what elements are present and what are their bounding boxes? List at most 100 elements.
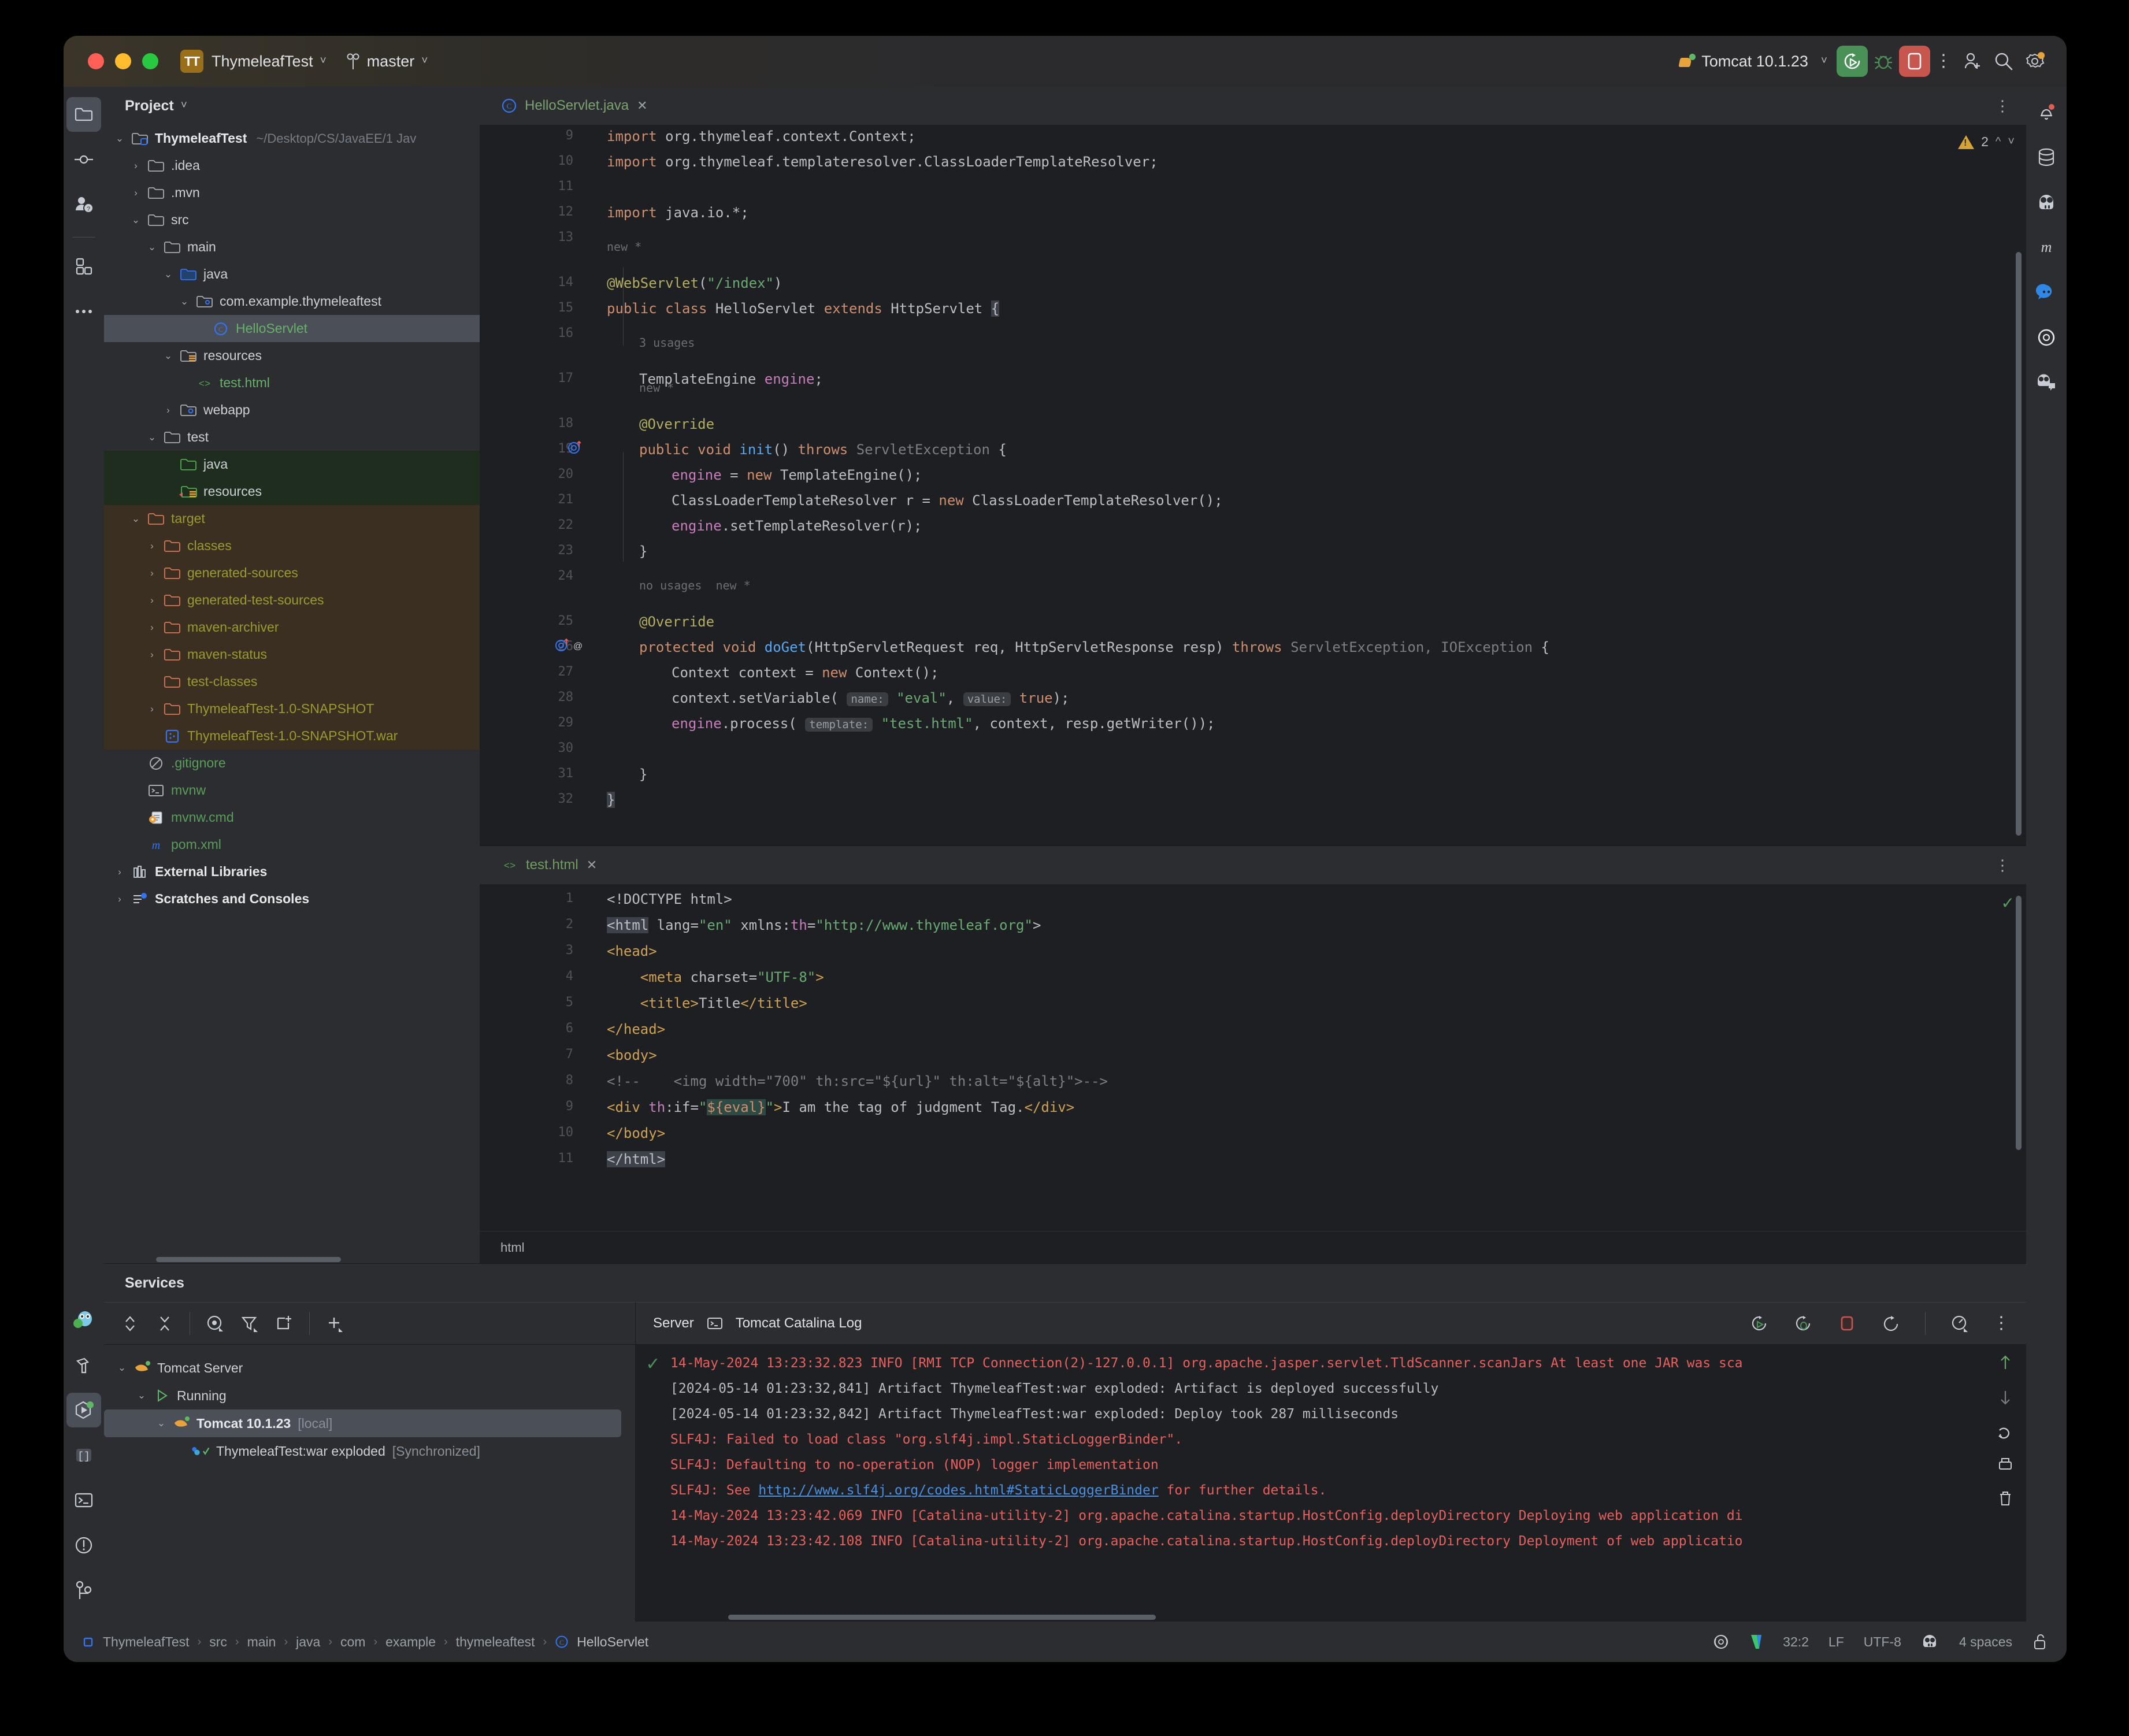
restart-button[interactable] — [1875, 1308, 1907, 1339]
services-tree-item-tomcat-server[interactable]: ⌄Tomcat Server — [104, 1354, 635, 1382]
debug-button[interactable] — [1868, 46, 1899, 77]
code-line[interactable]: </head> — [607, 1021, 665, 1037]
project-tree-item-generated-test-sources[interactable]: ›generated-test-sources — [104, 587, 480, 614]
project-tree-item-java[interactable]: ⌄java — [104, 261, 480, 288]
chevron-down-icon[interactable]: ⌄ — [175, 296, 194, 307]
html-editor-gutter[interactable]: 1234567891011 — [480, 884, 584, 1231]
project-tree-item-classes[interactable]: ›classes — [104, 532, 480, 559]
tool-window-version-control[interactable] — [66, 1573, 101, 1608]
rerun-server-button[interactable] — [1744, 1308, 1775, 1339]
rerun-debug-button[interactable] — [1787, 1308, 1819, 1339]
project-tree-item-maven-status[interactable]: ›maven-status — [104, 641, 480, 668]
project-tree-item-pom-xml[interactable]: mpom.xml — [104, 831, 480, 858]
html-editor-vscrollbar[interactable] — [2016, 896, 2022, 1150]
project-panel-header[interactable]: Project ˅ — [104, 87, 480, 125]
profiler-button[interactable] — [1944, 1308, 1975, 1339]
code-line[interactable]: </html> — [607, 1151, 665, 1167]
chevron-down-icon[interactable]: ⌄ — [151, 1418, 171, 1429]
breadcrumb-item[interactable]: src — [209, 1634, 227, 1650]
close-window-button[interactable] — [88, 53, 104, 69]
java-editor-inspections-strip[interactable]: 2 ^ ˅ — [1957, 125, 2026, 845]
project-tree-item-resources[interactable]: resources — [104, 478, 480, 505]
vim-status-icon[interactable] — [1749, 1633, 1763, 1650]
add-service-button[interactable] — [319, 1308, 350, 1339]
project-tree-item-resources[interactable]: ⌄resources — [104, 342, 480, 369]
soft-wrap-button[interactable] — [1997, 1423, 2013, 1440]
chevron-right-icon[interactable]: › — [126, 160, 146, 172]
console-output[interactable]: 14-May-2024 13:23:32.823 INFO [RMI TCP C… — [670, 1345, 1985, 1612]
minimize-window-button[interactable] — [115, 53, 131, 69]
console-line[interactable]: SLF4J: See http://www.slf4j.org/codes.ht… — [670, 1478, 1985, 1503]
code-line[interactable]: <html lang="en" xmlns:th="http://www.thy… — [607, 917, 1041, 933]
chevron-right-icon[interactable]: › — [142, 540, 162, 552]
java-editor-vscrollbar[interactable] — [2016, 252, 2022, 836]
breadcrumb-item[interactable]: example — [385, 1634, 436, 1650]
services-tree[interactable]: ⌄Tomcat Server⌄Running⌄Tomcat 10.1.23[lo… — [104, 1345, 635, 1622]
caret-position[interactable]: 32:2 — [1783, 1634, 1809, 1650]
console-more-options-button[interactable]: ⋮ — [1988, 1318, 2015, 1329]
clear-console-button[interactable] — [1998, 1490, 2013, 1507]
project-tree-item-target[interactable]: ⌄target — [104, 505, 480, 532]
indent-setting[interactable]: 4 spaces — [1959, 1634, 2012, 1650]
file-encoding[interactable]: UTF-8 — [1864, 1634, 1901, 1650]
console-line[interactable]: [2024-05-14 01:23:32,842] Artifact Thyme… — [670, 1401, 1985, 1427]
breadcrumb[interactable]: ThymeleafTest›src›main›java›com›example›… — [82, 1634, 648, 1650]
html-code-area[interactable]: <!DOCTYPE html> <html lang="en" xmlns:th=… — [584, 884, 1957, 1231]
chevron-right-icon[interactable]: › — [142, 595, 162, 606]
project-tree-item-test-html[interactable]: <>test.html — [104, 369, 480, 396]
chevron-right-icon[interactable]: › — [110, 893, 129, 905]
collapse-all-button[interactable] — [149, 1308, 180, 1339]
more-run-options-button[interactable]: ⋮ — [1930, 55, 1957, 67]
new-tab-button[interactable] — [269, 1308, 300, 1339]
project-tree-item--gitignore[interactable]: .gitignore — [104, 750, 480, 777]
code-line[interactable]: } — [607, 543, 647, 559]
project-tree-item--idea[interactable]: ›.idea — [104, 152, 480, 179]
line-separator[interactable]: LF — [1828, 1634, 1844, 1650]
chevron-down-icon[interactable]: ⌄ — [126, 214, 146, 226]
breadcrumb-item[interactable]: com — [340, 1634, 365, 1650]
lock-icon[interactable] — [2032, 1633, 2048, 1650]
tool-window-learn[interactable]: ? — [66, 187, 101, 222]
java-editor-gutter[interactable]: 91011121314151617181920212223242526@2728… — [480, 125, 584, 845]
html-editor-inspections-strip[interactable]: ✓ — [1957, 884, 2026, 1231]
tool-window-database[interactable] — [2029, 140, 2064, 175]
print-button[interactable] — [1997, 1457, 2013, 1473]
code-line[interactable]: <!DOCTYPE html> — [607, 891, 732, 907]
code-line[interactable]: context.setVariable( name: "eval", value… — [607, 690, 1070, 706]
breadcrumb-item[interactable]: ThymeleafTest — [103, 1634, 190, 1650]
stop-server-button[interactable] — [1831, 1308, 1863, 1339]
tool-window-ai-chat[interactable] — [2029, 365, 2064, 400]
code-line[interactable]: ClassLoaderTemplateResolver r = new Clas… — [607, 492, 1223, 509]
code-line[interactable]: @Override — [607, 416, 714, 432]
chevron-down-icon[interactable]: ⌄ — [142, 242, 162, 253]
code-line[interactable]: @Override — [607, 614, 714, 630]
code-line[interactable]: protected void doGet(HttpServletRequest … — [607, 639, 1549, 655]
project-tree-item-com-example-thymeleaftest[interactable]: ⌄com.example.thymeleaftest — [104, 288, 480, 315]
chevron-right-icon[interactable]: › — [142, 649, 162, 661]
scroll-up-button[interactable] — [1998, 1354, 2013, 1371]
project-tree-item-main[interactable]: ⌄main — [104, 233, 480, 261]
show-services-button[interactable] — [199, 1308, 231, 1339]
project-tree-item-webapp[interactable]: ›webapp — [104, 396, 480, 424]
chatgpt-status-icon[interactable] — [1712, 1633, 1730, 1650]
filter-button[interactable] — [234, 1308, 265, 1339]
chevron-down-icon[interactable]: ⌄ — [142, 432, 162, 443]
code-line[interactable]: public void init() throws ServletExcepti… — [607, 442, 1007, 458]
console-link[interactable]: http://www.slf4j.org/codes.html#StaticLo… — [758, 1483, 1158, 1498]
chevron-down-icon[interactable]: ⌄ — [126, 513, 146, 525]
code-line[interactable]: <meta charset="UTF-8"> — [607, 969, 824, 985]
breadcrumb-item[interactable]: java — [296, 1634, 320, 1650]
code-line[interactable]: <head> — [607, 943, 657, 959]
code-line[interactable]: <title>Title</title> — [607, 995, 807, 1011]
tool-window-ai-assistant[interactable] — [2029, 185, 2064, 220]
editor-options-button[interactable]: ⋮ — [1995, 860, 2010, 870]
tool-window-problems[interactable] — [66, 1528, 101, 1563]
tool-window-chatgpt[interactable] — [2029, 320, 2064, 355]
code-line[interactable]: <div th:if="${eval}">I am the tag of jud… — [607, 1099, 1074, 1115]
tab-server[interactable]: Server — [653, 1315, 694, 1331]
code-line[interactable]: import java.io.*; — [607, 205, 749, 221]
breadcrumb-item[interactable]: HelloServlet — [577, 1634, 648, 1650]
maximize-window-button[interactable] — [142, 53, 158, 69]
override-annotation-icon[interactable]: @ — [554, 638, 586, 653]
project-tree-item-external-libraries[interactable]: ›External Libraries — [104, 858, 480, 885]
